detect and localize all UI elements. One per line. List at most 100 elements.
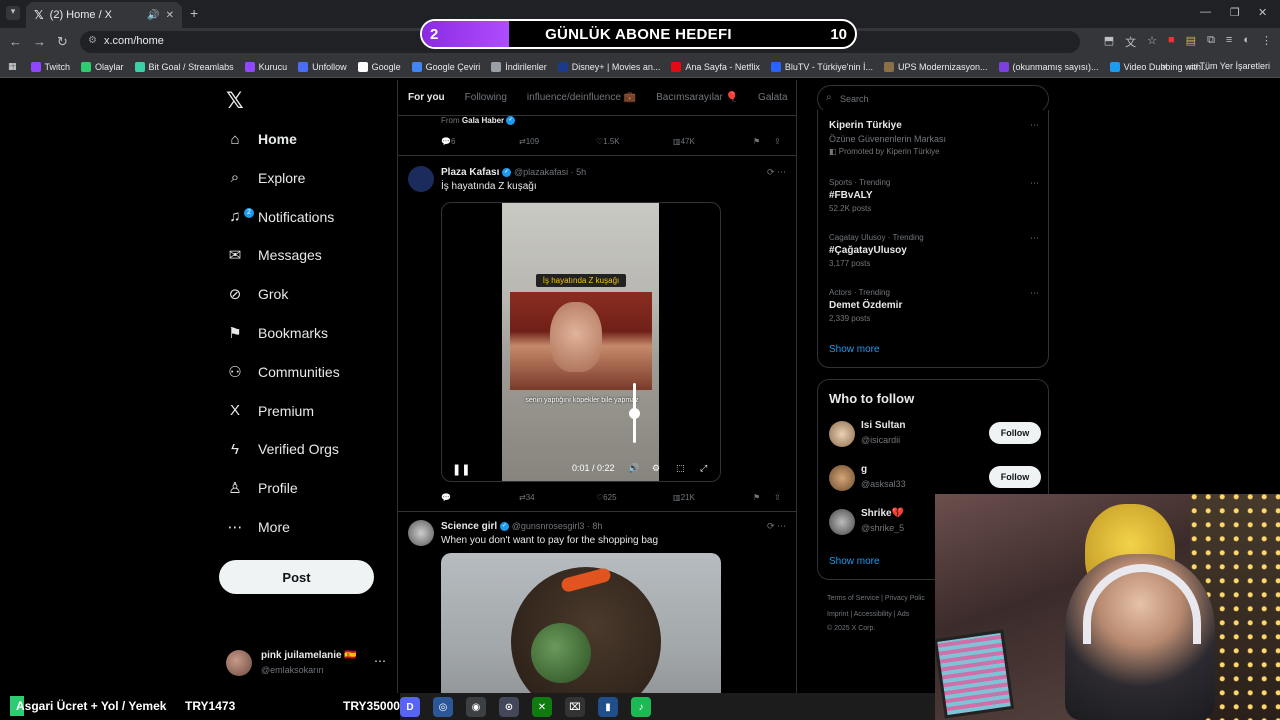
footer-links-2[interactable]: Imprint | Accessibility | Ads bbox=[827, 611, 909, 618]
trend-more-icon[interactable]: ⋯ bbox=[1030, 178, 1039, 189]
maximize-button[interactable]: ❐ bbox=[1230, 6, 1240, 19]
trend-more-icon[interactable]: ⋯ bbox=[1030, 233, 1039, 244]
nav-grok[interactable]: ⊘ Grok bbox=[226, 279, 289, 309]
trend-more-icon[interactable]: ⋯ bbox=[1030, 288, 1039, 299]
trend-more-icon[interactable]: ⋯ bbox=[1030, 120, 1039, 131]
bookmark-item[interactable]: Kurucu bbox=[244, 61, 287, 72]
nav-explore[interactable]: ⌕ Explore bbox=[226, 163, 306, 193]
post-science-girl[interactable]: Science girl ✓ @gunsnrosesgirl3 · 8h ⟳ ⋯… bbox=[398, 513, 796, 693]
post-image[interactable] bbox=[441, 553, 721, 693]
follow-suggestion[interactable]: g @asksal33 Follow bbox=[829, 463, 1041, 493]
extension-red-icon[interactable]: ■ bbox=[1168, 34, 1175, 50]
trend-item[interactable]: Sports · Trending #FBvALY 52.2K posts ⋯ bbox=[829, 178, 1039, 213]
nav-messages[interactable]: ✉ Messages bbox=[226, 240, 322, 270]
bookmark-item[interactable]: Google Çeviri bbox=[411, 61, 480, 72]
bookmark-item[interactable]: Unfollow bbox=[298, 61, 347, 72]
tab-close-icon[interactable]: ✕ bbox=[166, 10, 174, 21]
bookmark-item[interactable]: Ana Sayfa - Netflix bbox=[671, 61, 760, 72]
xbox-icon[interactable]: ✕ bbox=[532, 697, 552, 717]
views-button[interactable]: ▥ 21K bbox=[673, 493, 695, 502]
post-avatar[interactable] bbox=[408, 166, 434, 192]
bookmarks-overflow-icon[interactable]: » bbox=[1162, 61, 1167, 71]
extensions-puzzle-icon[interactable]: ⧉ bbox=[1207, 34, 1215, 50]
extension-yellow-icon[interactable]: ▤ bbox=[1186, 34, 1196, 50]
bookmark-item[interactable]: Olaylar bbox=[81, 61, 124, 72]
all-bookmarks-folder[interactable]: ▭ Tüm Yer İşaretleri bbox=[1189, 61, 1270, 72]
bookmark-item[interactable]: Bit Goal / Streamlabs bbox=[134, 61, 234, 72]
trend-item[interactable]: Cagatay Ulusoy · Trending #ÇağatayUlusoy 3… bbox=[829, 233, 1039, 268]
bookmark-icon[interactable]: ⚑ bbox=[753, 137, 760, 146]
nav-communities[interactable]: ⚇ Communities bbox=[226, 357, 339, 387]
nav-premium[interactable]: X Premium bbox=[226, 396, 314, 426]
reading-list-icon[interactable]: ≡ bbox=[1226, 34, 1232, 50]
spotify-icon[interactable]: ♪ bbox=[631, 697, 651, 717]
close-window-button[interactable]: ✕ bbox=[1258, 6, 1267, 19]
post-avatar[interactable] bbox=[408, 520, 434, 546]
search-input[interactable]: ⌕ Search bbox=[817, 85, 1049, 113]
nav-verified-orgs[interactable]: ϟ Verified Orgs bbox=[226, 434, 339, 464]
like-button[interactable]: ♡ 625 bbox=[596, 493, 617, 502]
chrome-icon[interactable]: ◉ bbox=[466, 697, 486, 717]
nav-notifications[interactable]: ♫ 2 Notifications bbox=[226, 202, 334, 232]
post-plaza-kafasi[interactable]: Plaza Kafası ✓ @plazakafasi · 5h ⟳ ⋯ İş … bbox=[398, 157, 796, 512]
fullscreen-icon[interactable]: ⤢ bbox=[700, 463, 707, 474]
site-info-icon[interactable]: ⚙ bbox=[88, 35, 97, 46]
bookmark-item[interactable]: UPS Modernizasyon... bbox=[883, 61, 988, 72]
bookmark-item[interactable]: (okunmamış sayısı)... bbox=[998, 61, 1099, 72]
tab-search-button[interactable]: ▾ bbox=[6, 6, 20, 20]
nav-profile[interactable]: ♙ Profile bbox=[226, 473, 297, 503]
post-button[interactable]: Post bbox=[219, 560, 374, 594]
suggestion-avatar[interactable] bbox=[829, 509, 855, 535]
bookmark-item[interactable]: İndirilenler bbox=[491, 61, 547, 72]
suggestion-avatar[interactable] bbox=[829, 421, 855, 447]
translate-icon[interactable]: 文 bbox=[1125, 34, 1136, 50]
post-menu-icon[interactable]: ⟳ ⋯ bbox=[767, 167, 786, 178]
profile-icon[interactable]: ◐ bbox=[1243, 34, 1250, 50]
chrome-menu-icon[interactable]: ⋮ bbox=[1261, 34, 1272, 50]
obs-icon[interactable]: ⊙ bbox=[499, 697, 519, 717]
footer-links-1[interactable]: Terms of Service | Privacy Polic bbox=[827, 595, 925, 602]
bookmark-item[interactable]: BluTV - Türkiye'nin İ... bbox=[770, 61, 873, 72]
x-logo-icon[interactable]: 𝕏 bbox=[226, 88, 244, 114]
share-icon[interactable]: ⇪ bbox=[774, 137, 781, 146]
nav-bookmarks[interactable]: ⚑ Bookmarks bbox=[226, 318, 328, 348]
reply-button[interactable]: 💬 6 bbox=[441, 137, 455, 146]
bookmark-star-icon[interactable]: ☆ bbox=[1147, 34, 1157, 50]
nav-home[interactable]: ⌂ Home bbox=[226, 124, 296, 154]
video-player[interactable]: İş hayatında Z kuşağı senin yaptığını kö… bbox=[441, 202, 721, 482]
volume-icon[interactable]: 🔊 bbox=[628, 463, 639, 474]
browser-tab[interactable]: 𝕏 (2) Home / X 🔊 ✕ bbox=[26, 2, 182, 28]
crop-icon[interactable]: ⬚ bbox=[676, 463, 685, 474]
back-button[interactable]: ← bbox=[9, 34, 22, 49]
pause-icon[interactable]: ❚❚ bbox=[452, 463, 470, 476]
new-tab-button[interactable]: + bbox=[190, 5, 198, 21]
show-more-trends[interactable]: Show more bbox=[829, 344, 880, 355]
repost-button[interactable]: ⇄ 34 bbox=[519, 493, 535, 502]
minimize-button[interactable]: — bbox=[1200, 6, 1211, 18]
volume-slider-knob[interactable] bbox=[629, 408, 640, 419]
like-button[interactable]: ♡ 1.5K bbox=[596, 137, 620, 146]
follow-suggestion[interactable]: Isi Sultan @isicardii Follow bbox=[829, 419, 1041, 449]
settings-gear-icon[interactable]: ⚙ bbox=[652, 463, 660, 474]
capcut-icon[interactable]: ⌧ bbox=[565, 697, 585, 717]
previous-post[interactable]: From Gala Haber ✓ 💬 6 ⇄ 109 ♡ 1.5K ▥ 47K… bbox=[398, 80, 796, 156]
install-app-icon[interactable]: ⬒ bbox=[1104, 34, 1114, 50]
post-menu-icon[interactable]: ⟳ ⋯ bbox=[767, 521, 786, 532]
show-more-follow[interactable]: Show more bbox=[829, 556, 880, 567]
account-more-icon[interactable]: ⋯ bbox=[374, 654, 386, 668]
promoted-trend[interactable]: Kiperin Türkiye Özüne Güvenenlerin Marka… bbox=[829, 120, 1039, 156]
follow-button[interactable]: Follow bbox=[989, 422, 1041, 444]
apps-grid-icon[interactable]: ▦ bbox=[8, 61, 17, 72]
suggestion-avatar[interactable] bbox=[829, 465, 855, 491]
post-author[interactable]: Science girl ✓ @gunsnrosesgirl3 · 8h bbox=[441, 521, 602, 532]
nav-more[interactable]: ⋯ More bbox=[226, 512, 290, 542]
app-icon[interactable]: ◎ bbox=[433, 697, 453, 717]
from-name[interactable]: Gala Haber bbox=[462, 116, 504, 125]
views-button[interactable]: ▥ 47K bbox=[673, 137, 695, 146]
post-author[interactable]: Plaza Kafası ✓ @plazakafasi · 5h bbox=[441, 167, 586, 178]
bookmark-item[interactable]: Google bbox=[357, 61, 401, 72]
tab-audio-icon[interactable]: 🔊 bbox=[147, 10, 159, 21]
files-icon[interactable]: ▮ bbox=[598, 697, 618, 717]
reload-button[interactable]: ↻ bbox=[57, 34, 68, 50]
account-switcher[interactable]: pink juilamelanie 🇪🇸 @emlaksokarın ⋯ bbox=[226, 648, 386, 678]
